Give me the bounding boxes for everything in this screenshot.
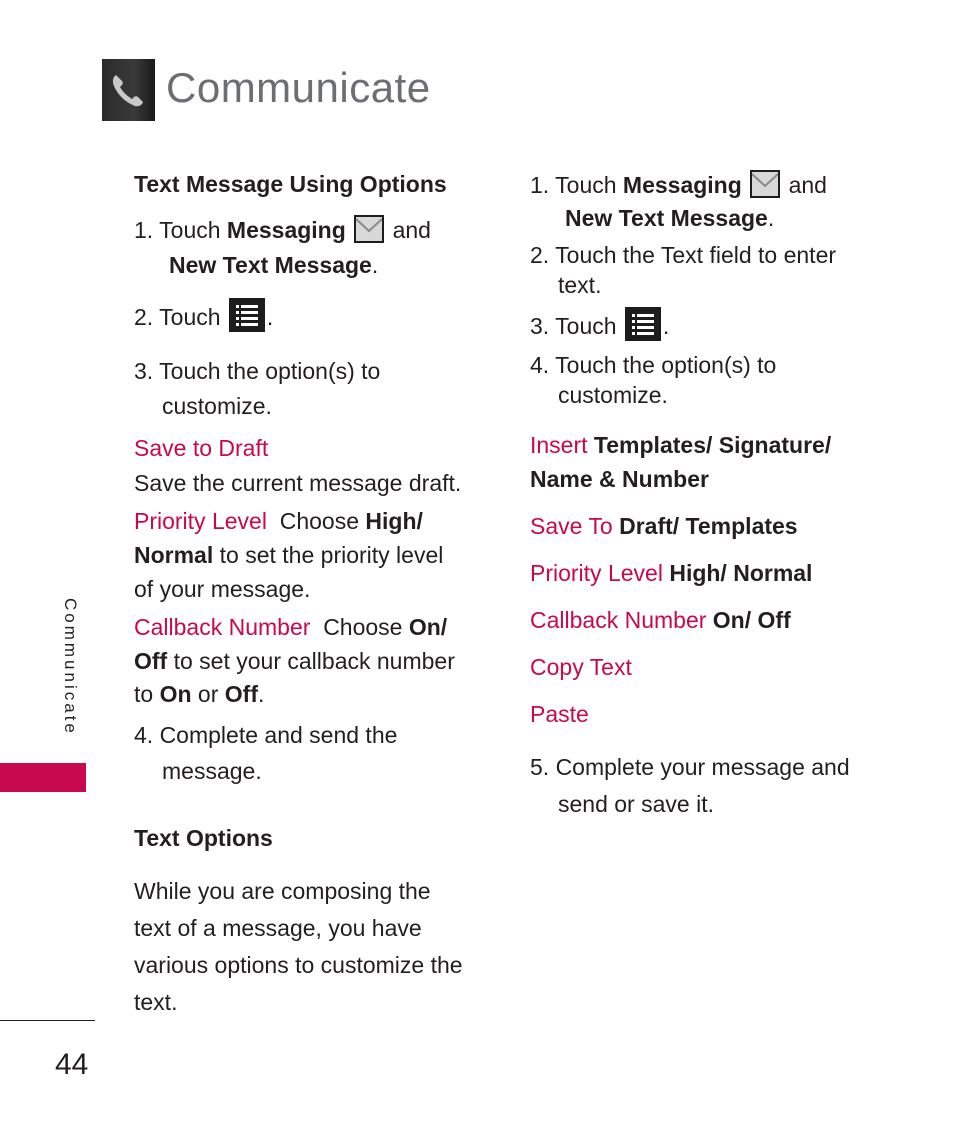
option-save-to: Save To Draft/ Templates bbox=[530, 513, 798, 539]
right-step-4-line2: customize. bbox=[558, 382, 668, 408]
option-priority-level-right: Priority Level High/ Normal bbox=[530, 560, 813, 586]
envelope-icon bbox=[750, 169, 781, 198]
menu-list-icon bbox=[228, 298, 265, 332]
page-title: Communicate bbox=[166, 64, 431, 111]
right-step-1: 1. Touch Messaging and bbox=[530, 169, 827, 201]
left-step-4-line2: message. bbox=[162, 758, 262, 784]
option-priority-level-line2: Normal to set the priority level bbox=[134, 542, 444, 568]
option-callback-number: Callback Number Choose On/ bbox=[134, 614, 448, 640]
right-step-5-line2: send or save it. bbox=[558, 791, 714, 817]
paragraph-line: various options to customize the bbox=[134, 952, 463, 978]
right-step-2-line2: text. bbox=[558, 272, 602, 298]
option-priority-level: Priority Level Choose High/ bbox=[134, 508, 423, 534]
footer-divider bbox=[0, 1020, 95, 1021]
option-copy-text: Copy Text bbox=[530, 654, 632, 680]
left-step-4: 4. Complete and send the bbox=[134, 722, 398, 748]
right-step-2: 2. Touch the Text field to enter bbox=[530, 242, 837, 268]
right-step-5: 5. Complete your message and bbox=[530, 754, 850, 780]
option-desc-save-to-draft: Save the current message draft. bbox=[134, 470, 462, 496]
section-heading-text-options: Text Options bbox=[134, 825, 273, 851]
paragraph-line: text of a message, you have bbox=[134, 915, 422, 941]
option-insert-line2: Name & Number bbox=[530, 466, 709, 492]
left-step-1: 1. Touch Messaging and bbox=[134, 214, 431, 246]
option-callback-number-line3: to On or Off. bbox=[134, 681, 265, 707]
option-callback-number-right: Callback Number On/ Off bbox=[530, 607, 791, 633]
option-label-save-to-draft: Save to Draft bbox=[134, 435, 269, 461]
envelope-icon bbox=[354, 214, 385, 243]
page-number: 44 bbox=[55, 1048, 89, 1081]
option-insert: Insert Templates/ Signature/ bbox=[530, 432, 832, 458]
option-paste: Paste bbox=[530, 701, 589, 727]
left-step-1-line2: New Text Message. bbox=[169, 252, 379, 278]
paragraph-line: While you are composing the bbox=[134, 878, 431, 904]
side-tab-accent-bar bbox=[0, 763, 86, 792]
left-step-2: 2. Touch . bbox=[134, 298, 273, 336]
right-step-4: 4. Touch the option(s) to bbox=[530, 352, 777, 378]
left-step-3-line2: customize. bbox=[162, 393, 272, 419]
side-tab-label: Communicate bbox=[61, 598, 80, 736]
option-callback-number-line2: Off to set your callback number bbox=[134, 648, 455, 674]
phone-handset-icon bbox=[102, 59, 155, 121]
option-priority-level-line3: of your message. bbox=[134, 576, 311, 602]
left-step-3: 3. Touch the option(s) to bbox=[134, 358, 381, 384]
right-step-1-line2: New Text Message. bbox=[565, 205, 775, 231]
section-heading-text-message-using-options: Text Message Using Options bbox=[134, 171, 447, 197]
menu-list-icon bbox=[624, 307, 661, 341]
paragraph-line: text. bbox=[134, 989, 178, 1015]
right-step-3: 3. Touch . bbox=[530, 307, 669, 345]
